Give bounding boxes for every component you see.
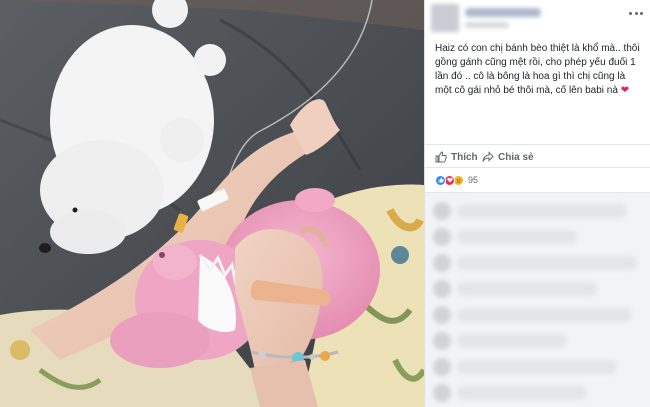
post-header — [425, 0, 650, 36]
comment-item[interactable] — [425, 329, 650, 355]
reaction-count: 95 — [468, 175, 479, 185]
comment-bubble — [457, 360, 617, 374]
comment-item[interactable] — [425, 199, 650, 225]
post-action-bar: Thích Chia sẻ — [425, 144, 650, 168]
commenter-avatar — [433, 254, 451, 272]
post-panel: Haiz có con chị bánh bèo thiệt là khổ mà… — [424, 0, 650, 407]
comment-item[interactable] — [425, 355, 650, 381]
comment-bubble — [457, 386, 587, 400]
commenter-avatar — [433, 332, 451, 350]
comment-bubble — [457, 308, 632, 322]
author-avatar[interactable] — [431, 4, 459, 32]
comment-item[interactable] — [425, 277, 650, 303]
share-arrow-icon — [482, 151, 494, 162]
more-options-icon[interactable] — [629, 8, 643, 18]
commenter-avatar — [433, 228, 451, 246]
post-timestamp-blurred — [465, 22, 509, 28]
photo-illustration — [0, 0, 424, 407]
commenter-avatar — [433, 306, 451, 324]
post-photo[interactable] — [0, 0, 424, 407]
post-caption: Haiz có con chị bánh bèo thiệt là khổ mà… — [435, 42, 643, 98]
caption-text: Haiz có con chị bánh bèo thiệt là khổ mà… — [435, 43, 640, 96]
commenter-avatar — [433, 280, 451, 298]
comment-bubble — [457, 204, 627, 218]
comments-section-blurred — [425, 192, 650, 407]
share-label: Chia sẻ — [498, 151, 534, 163]
reactions-summary[interactable]: 95 — [435, 172, 478, 188]
author-name-blurred[interactable] — [465, 8, 541, 17]
comment-item[interactable] — [425, 303, 650, 329]
comment-item[interactable] — [425, 381, 650, 407]
thumbs-up-icon — [435, 151, 447, 163]
comment-bubble — [457, 282, 597, 296]
like-button[interactable]: Thích — [435, 149, 478, 165]
share-button[interactable]: Chia sẻ — [482, 149, 534, 165]
like-label: Thích — [451, 151, 478, 163]
commenter-avatar — [433, 358, 451, 376]
comment-bubble — [457, 334, 567, 348]
heart-emoji: ❤ — [620, 85, 630, 96]
like-icon — [435, 174, 446, 186]
comment-bubble — [457, 230, 577, 244]
comment-bubble — [457, 256, 637, 270]
comment-item[interactable] — [425, 225, 650, 251]
comment-item[interactable] — [425, 251, 650, 277]
commenter-avatar — [433, 202, 451, 220]
commenter-avatar — [433, 384, 451, 402]
